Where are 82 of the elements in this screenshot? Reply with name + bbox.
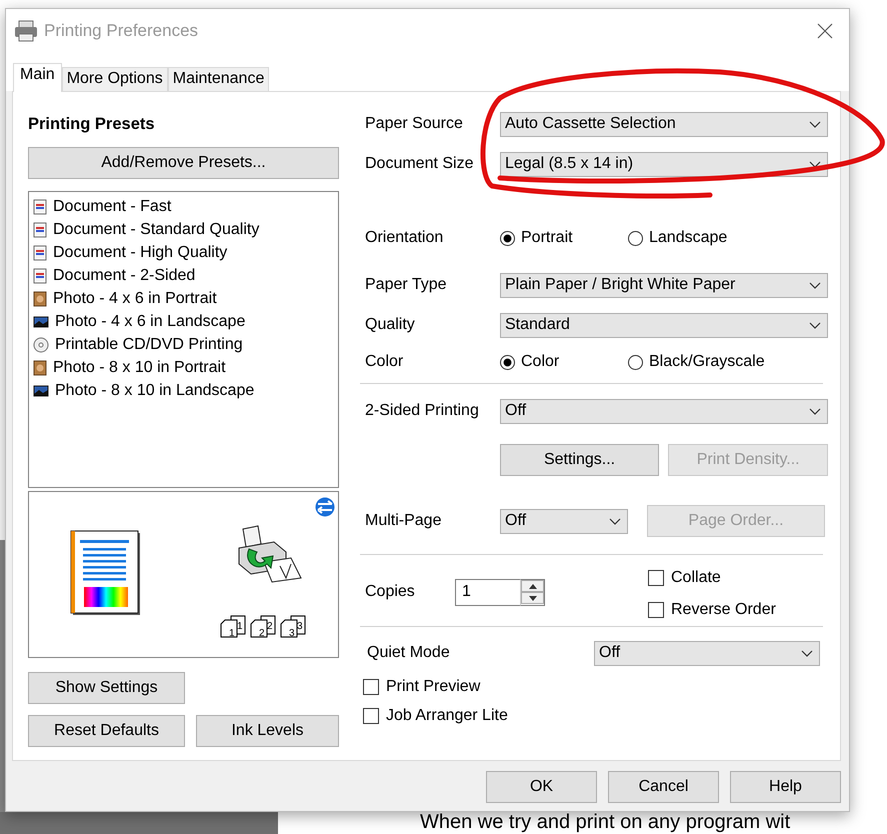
checkbox-label: Collate <box>671 568 721 588</box>
list-item[interactable]: Photo - 8 x 10 in Portrait <box>53 356 226 380</box>
list-item[interactable]: Photo - 4 x 6 in Portrait <box>53 286 217 310</box>
dropdown[interactable]: Plain Paper / Bright White Paper <box>500 272 828 298</box>
list-item[interactable]: Document - Fast <box>53 194 172 218</box>
add-remove-presets-button[interactable]: Add/Remove Presets... <box>28 147 339 179</box>
checkbox[interactable] <box>363 708 379 724</box>
photo-icon <box>33 290 47 306</box>
field-label: Multi-Page <box>365 511 442 531</box>
dropdown[interactable]: Standard <box>500 312 828 338</box>
list-item[interactable]: Document - 2-Sided <box>53 264 196 288</box>
document-icon <box>33 198 47 214</box>
radio-button[interactable] <box>628 230 643 246</box>
document-icon <box>33 268 47 284</box>
dropdown[interactable]: Off <box>500 508 628 534</box>
number-field[interactable]: 1 <box>455 578 520 606</box>
landscape-photo-icon <box>33 314 49 328</box>
chevron-icon <box>809 322 821 328</box>
chevron-icon <box>809 282 821 288</box>
radio-label: Landscape <box>649 228 728 248</box>
radio-label: Black/Grayscale <box>649 352 765 372</box>
up-arrow-icon <box>528 584 536 588</box>
tab[interactable]: Maintenance <box>168 67 270 91</box>
settings-button[interactable]: Settings... <box>500 444 660 476</box>
tab[interactable]: More Options <box>62 67 168 91</box>
field-label: 2-Sided Printing <box>365 401 480 421</box>
radio-button[interactable] <box>500 354 515 370</box>
list-item[interactable]: Document - Standard Quality <box>53 218 260 242</box>
printer-icon <box>14 20 38 42</box>
checkbox[interactable] <box>363 679 379 695</box>
field-label: Paper Type <box>365 275 448 295</box>
checkbox-label: Job Arranger Lite <box>386 706 508 726</box>
chevron-icon <box>801 650 813 656</box>
window-title: Printing Preferences <box>44 20 198 42</box>
printer-icon <box>238 525 302 583</box>
list-item[interactable]: Photo - 4 x 6 in Landscape <box>55 310 246 334</box>
show-settings-button[interactable]: Show Settings <box>28 672 185 704</box>
dropdown[interactable]: Auto Cassette Selection <box>500 112 828 136</box>
field-label: Orientation <box>365 228 444 248</box>
section-title: Printing Presets <box>28 114 156 135</box>
help-button[interactable]: Help <box>730 771 841 803</box>
dropdown[interactable]: Legal (8.5 x 14 in) <box>500 152 828 176</box>
checkbox[interactable] <box>648 602 664 618</box>
field-label: Color <box>365 352 404 372</box>
dropdown[interactable]: Off <box>594 640 820 666</box>
background-text: When we try and print on any program wit <box>420 811 790 833</box>
field-label: Document Size <box>365 154 474 174</box>
cancel-button[interactable]: Cancel <box>608 771 719 803</box>
ink-levels-button[interactable]: Ink Levels <box>196 715 339 747</box>
field-label: Paper Source <box>365 114 464 134</box>
spin-down-button[interactable] <box>521 592 544 604</box>
list-item[interactable]: Photo - 8 x 10 in Landscape <box>55 378 254 402</box>
photo-icon <box>33 360 47 376</box>
field-label: Copies <box>365 582 416 602</box>
radio-label: Color <box>521 352 560 372</box>
spin-up-button[interactable] <box>521 580 544 592</box>
radio-button[interactable] <box>628 354 643 370</box>
swap-icon[interactable] <box>316 498 334 516</box>
disc-icon <box>33 336 49 352</box>
document-preview-icon <box>70 530 140 615</box>
dropdown[interactable]: Off <box>500 398 828 424</box>
landscape-photo-icon <box>33 384 49 398</box>
chevron-icon <box>809 120 821 128</box>
list-item[interactable]: Document - High Quality <box>53 240 228 264</box>
document-icon <box>33 222 47 238</box>
checkbox[interactable] <box>648 570 664 586</box>
checkbox-label: Print Preview <box>386 677 480 697</box>
down-arrow-icon <box>528 596 536 600</box>
radio-button[interactable] <box>500 230 515 246</box>
close-button[interactable] <box>815 21 835 41</box>
reset-defaults-button[interactable]: Reset Defaults <box>28 715 185 747</box>
checkbox-label: Reverse Order <box>671 600 776 620</box>
document-icon <box>33 244 47 260</box>
field-label: Quiet Mode <box>366 643 451 663</box>
ok-button[interactable]: OK <box>486 771 597 803</box>
list-item[interactable]: Printable CD/DVD Printing <box>55 332 243 356</box>
tab[interactable]: Main <box>13 63 62 92</box>
field-label: Quality <box>365 315 416 335</box>
chevron-icon <box>809 160 821 168</box>
chevron-icon <box>609 518 621 524</box>
radio-label: Portrait <box>521 228 573 248</box>
chevron-icon <box>809 408 821 414</box>
